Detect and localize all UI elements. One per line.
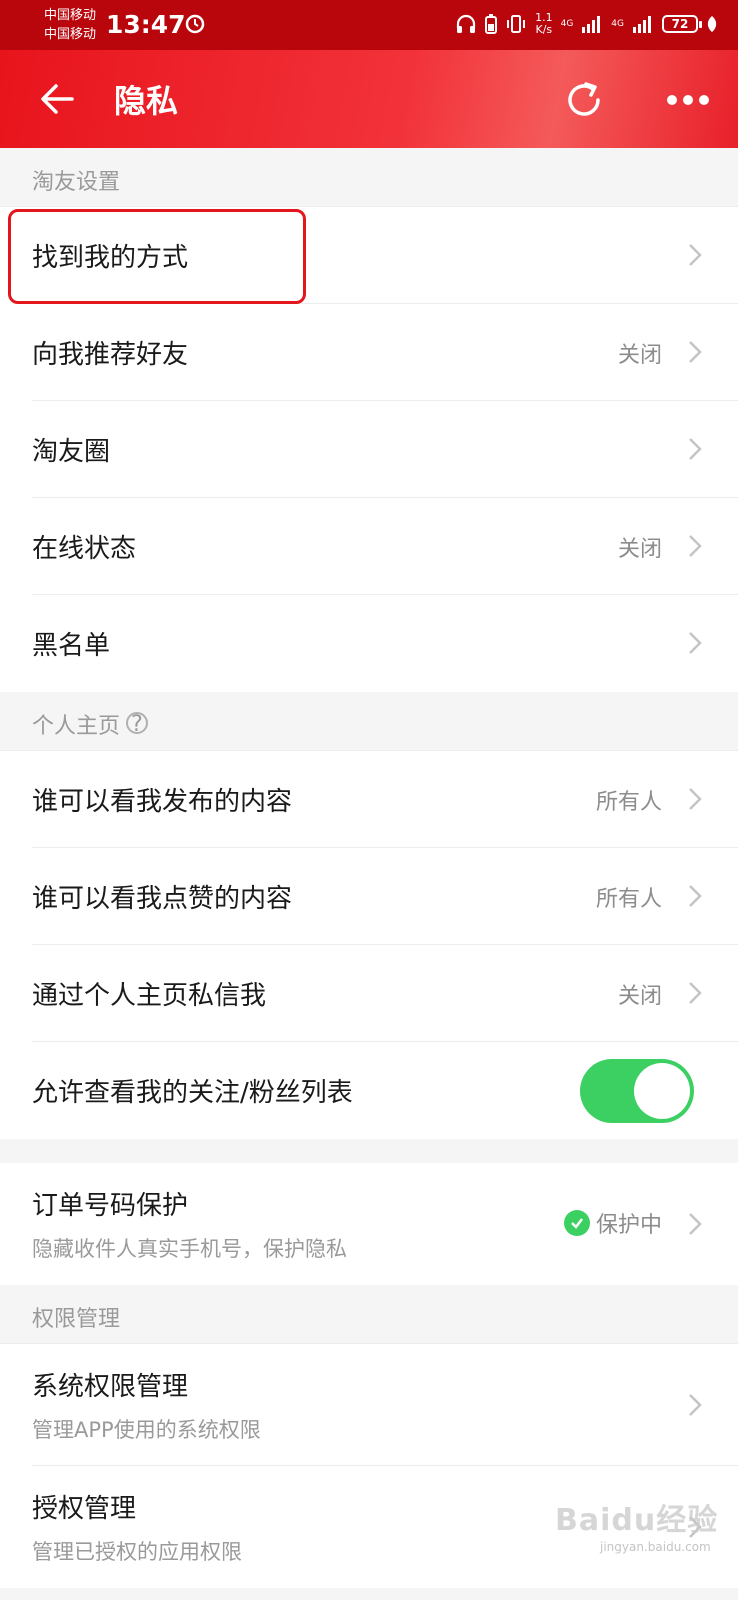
row-recommend-friends[interactable]: 向我推荐好友 关闭 [0, 304, 738, 401]
battery-level: 72 [671, 17, 689, 31]
row-system-permissions[interactable]: 系统权限管理 管理APP使用的系统权限 [0, 1344, 738, 1466]
row-label: 系统权限管理 [32, 1372, 189, 1402]
chevron-right-icon [689, 438, 702, 460]
order-protection-group: 订单号码保护 隐藏收件人真实手机号，保护隐私 保护中 [0, 1163, 738, 1285]
row-label: 在线状态 [32, 534, 137, 564]
row-label: 通过个人主页私信我 [32, 981, 267, 1011]
chevron-right-icon [689, 535, 702, 557]
profile-settings-group: 谁可以看我发布的内容 所有人 谁可以看我点赞的内容 所有人 通过个人主页私信我 … [0, 751, 738, 1139]
chevron-right-icon [689, 1394, 702, 1416]
chevron-right-icon [689, 632, 702, 654]
protection-status: 保护中 [563, 1207, 662, 1239]
page-title: 隐私 [114, 82, 179, 120]
baidu-watermark-url: jingyan.baidu.com [600, 1540, 711, 1554]
headphones-icon [456, 14, 476, 33]
vibrate-icon [507, 15, 526, 33]
leaf-icon [707, 16, 717, 32]
signal-icon [633, 16, 651, 33]
chevron-right-icon [689, 244, 702, 266]
chevron-right-icon [689, 341, 702, 363]
row-label: 谁可以看我点赞的内容 [32, 884, 293, 914]
refresh-icon[interactable] [562, 78, 606, 122]
row-label: 允许查看我的关注/粉丝列表 [32, 1078, 353, 1108]
row-subtitle: 管理已授权的应用权限 [32, 1540, 242, 1564]
chevron-right-icon [689, 1213, 702, 1235]
row-blacklist[interactable]: 黑名单 [0, 595, 738, 692]
net-speed-unit: K/s [535, 23, 553, 36]
help-icon[interactable]: ? [126, 712, 149, 736]
row-label: 淘友圈 [32, 437, 111, 467]
alarm-icon [185, 14, 205, 34]
row-value: 关闭 [617, 343, 662, 368]
status-icons: 1.1 K/s 4G 4G 72 [455, 12, 718, 36]
arrow-left-icon[interactable] [38, 81, 78, 117]
battery-small-icon [485, 14, 498, 34]
clock: 13:47 [106, 10, 186, 39]
row-label: 黑名单 [32, 631, 111, 661]
row-online-status[interactable]: 在线状态 关闭 [0, 498, 738, 595]
nav-bar: 隐私 [0, 50, 738, 148]
row-value: 关闭 [617, 537, 662, 562]
section-header-permissions: 权限管理 [0, 1285, 738, 1344]
row-label: 授权管理 [32, 1494, 137, 1524]
row-value: 所有人 [595, 790, 662, 815]
baidu-watermark: Baidu经验 [555, 1503, 719, 1538]
protection-status-text: 保护中 [595, 1213, 662, 1238]
section-title: 淘友设置 [32, 170, 121, 195]
signal-icon [582, 16, 601, 33]
section-header-profile: 个人主页? [0, 692, 738, 751]
row-message-via-profile[interactable]: 通过个人主页私信我 关闭 [0, 945, 738, 1042]
net-speed: 1.1 K/s [535, 12, 553, 36]
row-follow-list-visibility: 允许查看我的关注/粉丝列表 [0, 1042, 738, 1139]
row-label: 谁可以看我发布的内容 [32, 787, 293, 817]
section-header-friends: 淘友设置 [0, 148, 738, 207]
row-value: 所有人 [595, 887, 662, 912]
carrier-1: 中国移动 [44, 8, 97, 23]
row-subtitle: 隐藏收件人真实手机号，保护隐私 [32, 1237, 347, 1261]
follow-list-toggle[interactable] [580, 1059, 694, 1123]
row-subtitle: 管理APP使用的系统权限 [32, 1418, 261, 1442]
row-who-see-likes[interactable]: 谁可以看我点赞的内容 所有人 [0, 848, 738, 945]
status-bar: 中国移动 中国移动 13:47 1.1 K/s 4G 4G 72 [0, 0, 738, 50]
chevron-right-icon [689, 788, 702, 810]
row-order-protection[interactable]: 订单号码保护 隐藏收件人真实手机号，保护隐私 保护中 [0, 1163, 738, 1285]
section-title-text: 个人主页 [32, 714, 121, 739]
section-title: 个人主页? [32, 708, 149, 740]
chevron-right-icon [689, 982, 702, 1004]
battery-indicator: 72 [662, 15, 702, 33]
row-who-see-posts[interactable]: 谁可以看我发布的内容 所有人 [0, 751, 738, 848]
chevron-right-icon [689, 885, 702, 907]
check-icon [563, 1210, 590, 1236]
signal-2-label: 4G [611, 19, 624, 29]
more-dots-icon[interactable] [664, 88, 712, 112]
row-label: 向我推荐好友 [32, 340, 189, 370]
signal-1-label: 4G [560, 19, 574, 29]
row-label: 订单号码保护 [32, 1191, 189, 1221]
carrier-2: 中国移动 [44, 27, 97, 42]
row-friend-circle[interactable]: 淘友圈 [0, 401, 738, 498]
toggle-knob [634, 1063, 690, 1119]
carrier-info: 中国移动 中国移动 [44, 6, 96, 44]
row-value: 关闭 [617, 984, 662, 1009]
highlight-box [8, 209, 306, 304]
section-title: 权限管理 [32, 1307, 121, 1332]
